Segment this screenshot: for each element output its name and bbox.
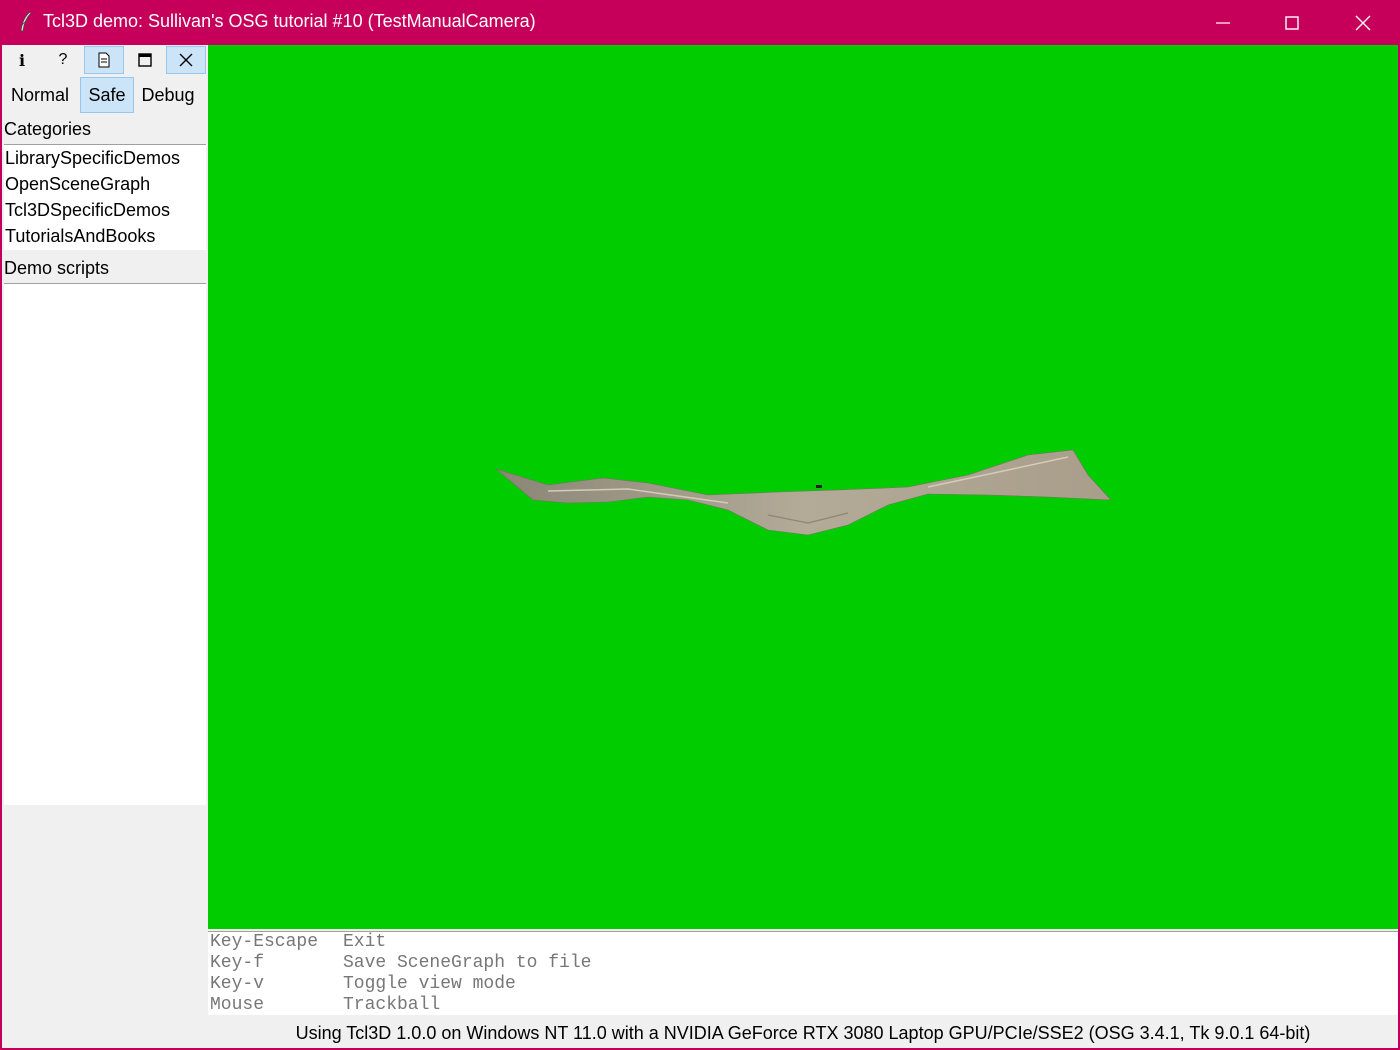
- mode-safe-button[interactable]: Safe: [80, 77, 134, 113]
- info-icon: i: [18, 50, 26, 70]
- info-button[interactable]: i: [2, 46, 42, 74]
- list-item[interactable]: OpenSceneGraph: [4, 171, 206, 197]
- document-icon: [98, 52, 110, 68]
- maximize-button[interactable]: [1257, 0, 1327, 45]
- demo-scripts-list[interactable]: [4, 283, 206, 805]
- window-button[interactable]: [125, 46, 165, 74]
- minimize-icon: [1216, 21, 1230, 24]
- mode-debug-button[interactable]: Debug: [136, 77, 200, 113]
- list-item[interactable]: Tcl3DSpecificDemos: [4, 197, 206, 223]
- key-help-console: Key-Escape Exit Key-f Save SceneGraph to f…: [208, 931, 1398, 1015]
- help-button[interactable]: ?: [43, 46, 83, 74]
- terrain-render: [495, 449, 1112, 536]
- list-item[interactable]: LibrarySpecificDemos: [4, 145, 206, 171]
- categories-label: Categories: [4, 119, 92, 139]
- sidebar: i ? Normal Safe Debug Categories Library…: [2, 45, 208, 1048]
- list-item[interactable]: TutorialsAndBooks: [4, 223, 206, 249]
- feather-icon: [20, 11, 32, 32]
- console-line: Key-v Toggle view mode: [210, 974, 516, 994]
- categories-list[interactable]: LibrarySpecificDemos OpenSceneGraph Tcl3…: [4, 144, 206, 250]
- console-line: Mouse Trackball: [210, 995, 441, 1015]
- close-icon: [1355, 15, 1371, 30]
- close-button[interactable]: [1328, 0, 1398, 45]
- osg-viewport[interactable]: [208, 45, 1398, 929]
- demo-scripts-label: Demo scripts: [4, 258, 110, 278]
- exit-button[interactable]: [166, 46, 206, 74]
- console-line: Key-Escape Exit: [210, 932, 387, 952]
- view-source-button[interactable]: [84, 46, 124, 74]
- status-bar: Using Tcl3D 1.0.0 on Windows NT 11.0 wit…: [295, 1023, 1311, 1043]
- window-icon: [138, 53, 152, 67]
- app-window: i ? Normal Safe Debug Categories Library…: [2, 45, 1398, 1048]
- help-icon: ?: [58, 51, 68, 68]
- maximize-icon: [1285, 15, 1299, 30]
- window-title: Tcl3D demo: Sullivan's OSG tutorial #10 …: [43, 11, 536, 31]
- minimize-button[interactable]: [1188, 0, 1258, 45]
- mode-normal-button[interactable]: Normal: [2, 77, 78, 113]
- close-icon: [179, 53, 193, 67]
- title-bar: Tcl3D demo: Sullivan's OSG tutorial #10 …: [0, 0, 1400, 45]
- console-line: Key-f Save SceneGraph to file: [210, 953, 592, 973]
